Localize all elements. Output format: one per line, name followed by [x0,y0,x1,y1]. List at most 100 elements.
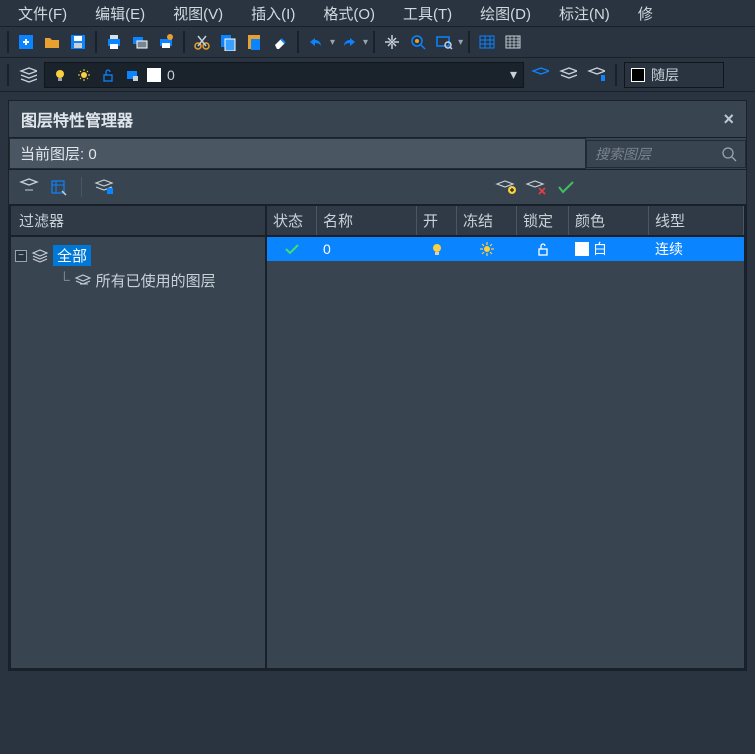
menu-view[interactable]: 视图(V) [159,1,237,26]
save-button[interactable] [66,30,90,54]
col-state[interactable]: 状态 [267,206,317,235]
layer-manager-panel: 图层特性管理器 × 当前图层: 0 搜索图层 [8,100,747,671]
panel-toolbar [9,170,746,204]
menu-insert[interactable]: 插入(I) [237,1,309,26]
open-file-button[interactable] [40,30,64,54]
tree-node-all[interactable]: − 全部 [15,243,261,268]
grid-body: 0 白 连续 [267,237,744,668]
table-button[interactable] [475,30,499,54]
grid-button[interactable] [501,30,525,54]
separator [7,31,9,53]
layer-states-button[interactable] [556,63,580,87]
col-name[interactable]: 名称 [317,206,417,235]
copy-button[interactable] [216,30,240,54]
separator [7,64,9,86]
color-swatch-icon [575,242,589,256]
zoom-realtime-button[interactable] [406,30,430,54]
search-icon [721,146,737,162]
separator [95,31,97,53]
lightbulb-on-icon [430,242,444,256]
filter-pane: 过滤器 − 全部 └ 所有已使用的图层 [9,204,267,670]
cell-lock[interactable] [517,237,569,261]
separator [468,31,470,53]
panel-container: 图层特性管理器 × 当前图层: 0 搜索图层 [0,92,755,679]
cut-button[interactable] [190,30,214,54]
panel-header: 图层特性管理器 × [9,101,746,137]
plot-button[interactable] [154,30,178,54]
cell-name: 0 [317,237,417,261]
lightbulb-on-icon [51,66,69,84]
panel-title: 图层特性管理器 [21,107,133,131]
layer-name-text: 0 [167,67,175,83]
sun-icon [75,66,93,84]
cell-on[interactable] [417,237,457,261]
separator [183,31,185,53]
delete-layer-button[interactable] [524,175,548,199]
paste-button[interactable] [242,30,266,54]
layer-properties-button[interactable] [16,63,40,87]
menu-annotate[interactable]: 标注(N) [545,1,624,26]
redo-dropdown-icon[interactable]: ▾ [363,37,368,48]
new-file-button[interactable] [14,30,38,54]
layer-previous-button[interactable] [528,63,552,87]
pan-button[interactable] [380,30,404,54]
separator [373,31,375,53]
menu-tools[interactable]: 工具(T) [389,1,466,26]
undo-dropdown-icon[interactable]: ▾ [330,37,335,48]
menubar: 文件(F) 编辑(E) 视图(V) 插入(I) 格式(O) 工具(T) 绘图(D… [0,0,755,26]
undo-button[interactable] [304,30,328,54]
color-bylayer-dropdown[interactable]: 随层 [624,62,724,88]
print-preview-button[interactable] [128,30,152,54]
cell-linetype[interactable]: 连续 [649,237,744,261]
menu-file[interactable]: 文件(F) [4,1,81,26]
unlock-icon [99,66,117,84]
tree-node-used[interactable]: └ 所有已使用的图层 [59,268,261,293]
tree-label-used: 所有已使用的图层 [96,270,216,291]
grid-header: 状态 名称 开 冻结 锁定 颜色 线型 [267,206,744,237]
col-on[interactable]: 开 [417,206,457,235]
unlock-icon [536,242,550,256]
menu-draw[interactable]: 绘图(D) [466,1,545,26]
main-toolbar: ▾ ▾ ▾ [0,26,755,58]
col-freeze[interactable]: 冻结 [457,206,517,235]
bylayer-text: 随层 [651,65,679,85]
layer-row[interactable]: 0 白 连续 [267,237,744,261]
layer-grid: 状态 名称 开 冻结 锁定 颜色 线型 0 [267,204,746,670]
eraser-button[interactable] [268,30,292,54]
col-lock[interactable]: 锁定 [517,206,569,235]
layers-used-icon [74,272,92,290]
col-linetype[interactable]: 线型 [649,206,744,235]
zoom-dropdown-icon[interactable]: ▾ [458,37,463,48]
cell-freeze[interactable] [457,237,517,261]
separator [81,177,82,197]
print-button[interactable] [102,30,126,54]
zoom-window-button[interactable] [432,30,456,54]
color-name: 白 [593,239,607,259]
menu-modify[interactable]: 修 [624,1,667,26]
tree-label-all: 全部 [53,245,91,266]
set-current-button[interactable] [554,175,578,199]
menu-format[interactable]: 格式(O) [309,1,389,26]
chevron-down-icon: ▾ [510,66,517,83]
layer-isolate-button[interactable] [584,63,608,87]
menu-edit[interactable]: 编辑(E) [81,1,159,26]
filter-header: 过滤器 [11,206,265,237]
cell-state [267,237,317,261]
group-filter-button[interactable] [47,175,71,199]
new-filter-button[interactable] [17,175,41,199]
current-layer-label: 当前图层: 0 [9,138,586,169]
sun-icon [479,241,495,257]
redo-button[interactable] [337,30,361,54]
filter-tree: − 全部 └ 所有已使用的图层 [11,237,265,299]
layer-dropdown[interactable]: 0 ▾ [44,62,524,88]
panel-body: 过滤器 − 全部 └ 所有已使用的图层 状态 [9,204,746,670]
close-button[interactable]: × [723,109,734,130]
collapse-icon[interactable]: − [15,250,27,262]
search-layer-input[interactable]: 搜索图层 [586,140,746,168]
tree-branch-icon: └ [59,272,70,289]
layer-states-manager-button[interactable] [92,175,116,199]
layer-not-plot-icon [123,66,141,84]
col-color[interactable]: 颜色 [569,206,649,235]
cell-color[interactable]: 白 [569,237,649,261]
new-layer-button[interactable] [494,175,518,199]
